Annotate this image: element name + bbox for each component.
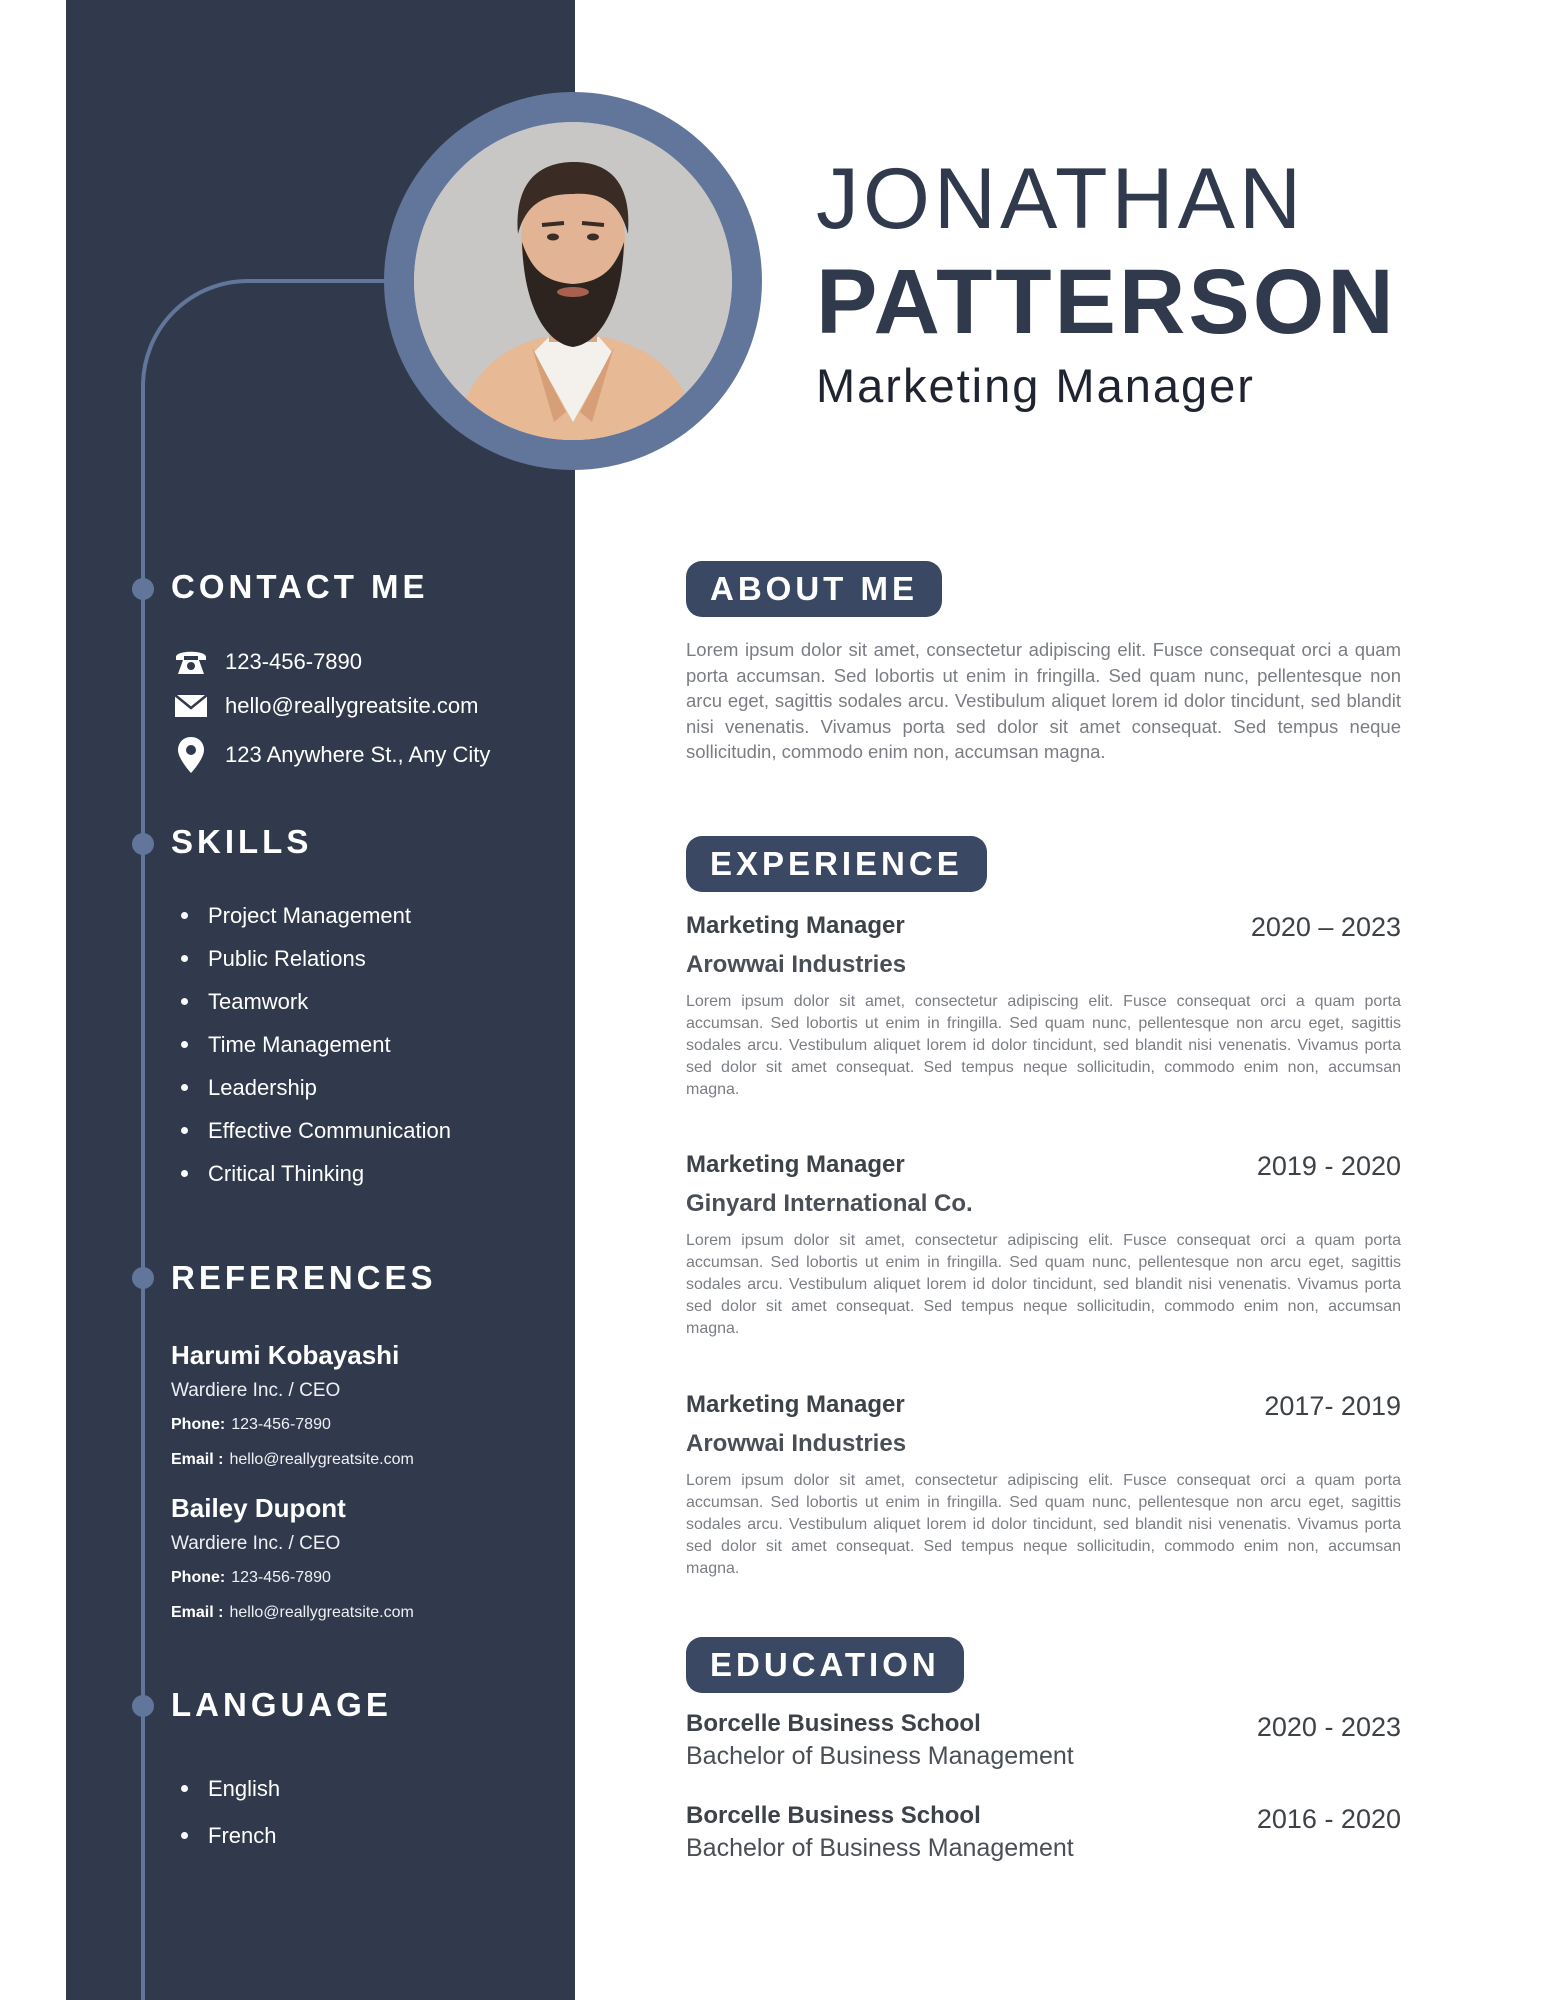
job-role: Marketing Manager (686, 912, 905, 939)
education-heading: EDUCATION (686, 1637, 964, 1693)
phone-label: Phone: (171, 1416, 226, 1433)
education-dates: 2020 - 2023 (1256, 1712, 1401, 1742)
job-title: Marketing Manager (816, 359, 1255, 412)
phone-label: Phone: (171, 1569, 226, 1586)
reference-email-value[interactable]: hello@reallygreatsite.com (229, 1451, 413, 1468)
skills-list: Project Management Public Relations Team… (176, 894, 451, 1195)
reference-card: Bailey Dupont Wardiere Inc. / CEO Phone:… (171, 1488, 414, 1630)
list-item: Effective Communication (176, 1109, 451, 1152)
first-name: JONATHAN (816, 151, 1306, 247)
language-heading: LANGUAGE (171, 1686, 392, 1723)
references-heading: REFERENCES (171, 1259, 437, 1296)
education-school: Borcelle Business School (686, 1710, 981, 1737)
profile-photo (414, 122, 732, 440)
contact-email: hello@reallygreatsite.com (171, 686, 478, 726)
education-dates: 2016 - 2020 (1256, 1804, 1401, 1834)
about-text: Lorem ipsum dolor sit amet, consectetur … (686, 639, 1401, 762)
list-item: Critical Thinking (176, 1152, 451, 1195)
job-role: Marketing Manager (686, 1151, 905, 1178)
list-item: Project Management (176, 894, 451, 937)
job-description: Lorem ipsum dolor sit amet, consectetur … (686, 1232, 1401, 1337)
job-dates: 2017- 2019 (1264, 1391, 1401, 1421)
list-item: French (176, 1812, 280, 1859)
contact-phone-text[interactable]: 123-456-7890 (225, 649, 362, 675)
contact-email-text[interactable]: hello@reallygreatsite.com (225, 693, 478, 719)
phone-icon (171, 642, 211, 682)
job-description: Lorem ipsum dolor sit amet, consectetur … (686, 1472, 1401, 1577)
job-company: Ginyard International Co. (686, 1190, 973, 1217)
job-role: Marketing Manager (686, 1391, 905, 1418)
about-heading: ABOUT ME (686, 561, 942, 617)
reference-name: Harumi Kobayashi (171, 1340, 400, 1370)
list-item: Time Management (176, 1023, 451, 1066)
reference-email-value[interactable]: hello@reallygreatsite.com (229, 1604, 413, 1621)
reference-email: Email : hello@reallygreatsite.com (171, 1595, 414, 1630)
reference-org: Wardiere Inc. / CEO (171, 1380, 341, 1401)
email-label: Email : (171, 1451, 224, 1468)
reference-email: Email : hello@reallygreatsite.com (171, 1442, 414, 1477)
experience-heading: EXPERIENCE (686, 836, 987, 892)
job-company: Arowwai Industries (686, 1430, 907, 1457)
contact-address: 123 Anywhere St., Any City (171, 735, 490, 775)
language-list: English French (176, 1765, 280, 1859)
education-degree: Bachelor of Business Management (686, 1834, 1074, 1862)
list-item: Leadership (176, 1066, 451, 1109)
contact-heading: CONTACT ME (171, 568, 429, 605)
list-item: Public Relations (176, 937, 451, 980)
skills-heading: SKILLS (171, 823, 313, 860)
job-description: Lorem ipsum dolor sit amet, consectetur … (686, 993, 1401, 1098)
job-company: Arowwai Industries (686, 951, 907, 978)
reference-phone-value[interactable]: 123-456-7890 (231, 1416, 331, 1433)
job-dates: 2020 – 2023 (1250, 912, 1401, 942)
education-school: Borcelle Business School (686, 1802, 981, 1829)
reference-phone-value[interactable]: 123-456-7890 (231, 1569, 331, 1586)
reference-org: Wardiere Inc. / CEO (171, 1533, 341, 1554)
email-label: Email : (171, 1604, 224, 1621)
education-degree: Bachelor of Business Management (686, 1742, 1074, 1770)
location-pin-icon (171, 735, 211, 775)
reference-phone: Phone: 123-456-7890 (171, 1407, 414, 1442)
profile-photo-ring (384, 92, 762, 470)
reference-phone: Phone: 123-456-7890 (171, 1560, 414, 1595)
reference-name: Bailey Dupont (171, 1493, 346, 1523)
contact-phone: 123-456-7890 (171, 642, 362, 682)
job-dates: 2019 - 2020 (1256, 1151, 1401, 1181)
list-item: English (176, 1765, 280, 1812)
contact-address-text: 123 Anywhere St., Any City (225, 742, 491, 767)
last-name: PATTERSON (816, 251, 1397, 353)
list-item: Teamwork (176, 980, 451, 1023)
mail-icon (171, 686, 211, 726)
reference-card: Harumi Kobayashi Wardiere Inc. / CEO Pho… (171, 1335, 414, 1477)
